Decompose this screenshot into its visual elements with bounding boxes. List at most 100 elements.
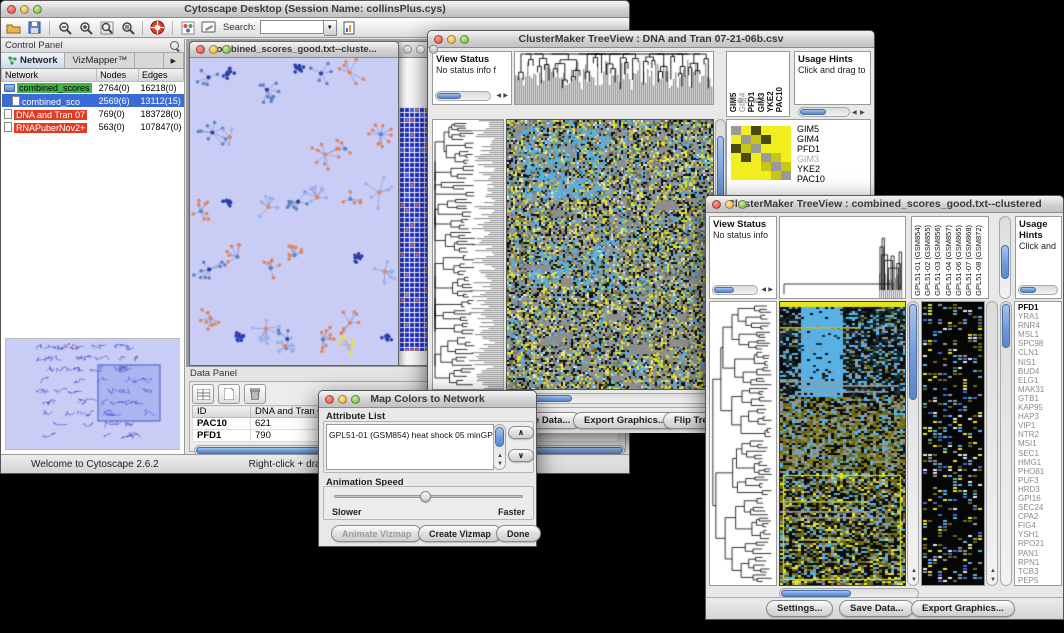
heatmap-vscrollbar[interactable]: ▲ ▼: [907, 301, 919, 586]
done-button[interactable]: Done: [496, 525, 541, 542]
search-dropdown-arrow[interactable]: ▼: [324, 20, 337, 36]
zoom-button[interactable]: [33, 5, 42, 14]
zoom-button[interactable]: [351, 395, 360, 404]
network-row-selected[interactable]: combined_sco 2569(6) 13112(15): [2, 94, 184, 107]
close-button[interactable]: [403, 45, 412, 54]
heatmap-zoom-view[interactable]: [921, 301, 985, 586]
export-graphics-button[interactable]: Export Graphics...: [573, 412, 677, 429]
network-doc-icon: [4, 109, 12, 119]
create-vizmap-button[interactable]: Create Vizmap: [418, 525, 502, 542]
search-input[interactable]: [260, 20, 324, 34]
zoom-vscrollbar[interactable]: ▲ ▼: [986, 301, 998, 586]
gene-dendrogram-panel[interactable]: [709, 301, 777, 586]
minimize-button[interactable]: [338, 395, 347, 404]
birdseye-overview[interactable]: [5, 338, 180, 450]
attribute-list[interactable]: GPL51-01 (GSM854) heat shock 05 minGPL51…: [326, 424, 494, 470]
labels-vscrollbar[interactable]: [999, 216, 1011, 299]
minimize-button[interactable]: [447, 35, 456, 44]
tab-overflow-button[interactable]: ▶: [163, 53, 184, 68]
new-attribute-icon[interactable]: [218, 384, 240, 404]
labels-hscrollbar[interactable]: [798, 107, 850, 117]
float-panel-icon[interactable]: [170, 41, 180, 51]
gene-label: GPI16: [1018, 494, 1061, 503]
close-button[interactable]: [434, 35, 443, 44]
scroll-up-arrow[interactable]: ▲: [990, 568, 996, 574]
column-dendrogram-panel[interactable]: [779, 216, 906, 299]
close-button[interactable]: [712, 200, 721, 209]
heatmap-global-view[interactable]: [506, 119, 714, 390]
attribute-table-icon[interactable]: [192, 384, 214, 404]
zoom-button[interactable]: [738, 200, 747, 209]
minimize-button[interactable]: [20, 5, 29, 14]
scroll-down-arrow[interactable]: ▼: [911, 577, 917, 583]
treeview1-titlebar[interactable]: ClusterMaker TreeView : DNA and Tran 07-…: [428, 31, 874, 48]
zoom-heatmap-matrix[interactable]: [731, 126, 791, 180]
tab-network[interactable]: Network: [1, 53, 65, 68]
zoom-button[interactable]: [222, 45, 231, 54]
tab-vizmapper[interactable]: VizMapper™: [65, 53, 135, 68]
col-nodes[interactable]: Nodes: [97, 69, 139, 81]
annotation-icon[interactable]: [200, 20, 217, 36]
move-up-button[interactable]: ∧: [508, 426, 534, 439]
network-row[interactable]: combined_scores 2764(0) 16218(0): [2, 81, 184, 94]
zoom-button[interactable]: [460, 35, 469, 44]
usage-hints-hscrollbar[interactable]: [1018, 285, 1058, 295]
gene-list-vscrollbar[interactable]: [1000, 301, 1012, 586]
animate-vizmap-button[interactable]: Animate Vizmap: [331, 525, 422, 542]
view-status-hscrollbar[interactable]: [712, 285, 758, 295]
dialog-titlebar[interactable]: Map Colors to Network: [319, 391, 536, 408]
heatmap-global-view[interactable]: [779, 301, 906, 586]
attribute-list-vscrollbar[interactable]: ▲ ▼: [493, 424, 506, 470]
open-file-icon[interactable]: [5, 20, 22, 36]
zoom-out-icon[interactable]: [56, 20, 73, 36]
network-row[interactable]: RNAPuberNov2+ 563(0) 107847(0): [2, 120, 184, 133]
settings-button[interactable]: Settings...: [766, 600, 833, 617]
minimize-button[interactable]: [725, 200, 734, 209]
scroll-down-arrow[interactable]: ▼: [497, 461, 503, 467]
scroll-right-arrow[interactable]: ▶: [503, 93, 508, 99]
close-button[interactable]: [196, 45, 205, 54]
zoom-in-icon[interactable]: [77, 20, 94, 36]
column-labels-panel[interactable]: GPL51-01 (GSM854)GPL51-02 (GSM855)GPL51-…: [911, 216, 989, 299]
matrix-cell: [751, 135, 761, 144]
zoom-button[interactable]: [429, 45, 438, 54]
scroll-left-arrow[interactable]: ◀: [852, 110, 857, 116]
cytoscape-titlebar[interactable]: Cytoscape Desktop (Session Name: collins…: [1, 1, 629, 18]
matrix-cell: [771, 153, 781, 162]
column-labels-panel[interactable]: GIM5 GIM4 PFD1 GIM3 YKE2 PAC10: [726, 51, 790, 117]
zoom-fit-icon[interactable]: [98, 20, 115, 36]
export-graphics-button[interactable]: Export Graphics...: [911, 600, 1015, 617]
close-button[interactable]: [325, 395, 334, 404]
save-data-button[interactable]: Save Data...: [839, 600, 914, 617]
col-edges[interactable]: Edges: [138, 69, 183, 81]
report-icon[interactable]: [341, 20, 358, 36]
heatmap-hscrollbar[interactable]: [506, 393, 714, 404]
plugin-nodes-icon[interactable]: [179, 20, 196, 36]
help-lifesaver-icon[interactable]: [149, 20, 166, 36]
col-network[interactable]: Network: [2, 69, 97, 81]
network-canvas[interactable]: [190, 58, 398, 365]
treeview2-titlebar[interactable]: ClusterMaker TreeView : combined_scores_…: [706, 196, 1063, 213]
close-button[interactable]: [7, 5, 16, 14]
scroll-left-arrow[interactable]: ◀: [761, 287, 766, 293]
minimize-button[interactable]: [209, 45, 218, 54]
view-status-hscrollbar[interactable]: [435, 91, 491, 101]
scroll-down-arrow[interactable]: ▼: [990, 577, 996, 583]
scroll-left-arrow[interactable]: ◀: [496, 93, 501, 99]
move-down-button[interactable]: ∨: [508, 449, 534, 462]
scroll-right-arrow[interactable]: ▶: [860, 110, 865, 116]
zoom-selected-icon[interactable]: [119, 20, 136, 36]
slider-thumb[interactable]: [420, 491, 431, 502]
column-dendrogram-panel[interactable]: [514, 51, 714, 105]
id-column-header[interactable]: ID: [193, 406, 251, 418]
zoom-toolbar-icons[interactable]: ⊕⊖⊡⊠▷: [726, 97, 790, 107]
scroll-up-arrow[interactable]: ▲: [911, 568, 917, 574]
gene-list-panel[interactable]: PFD1YRA1RNR4MSL1SPC98CLN1NIS1BUD4ELG1MAK…: [1014, 301, 1062, 586]
save-icon[interactable]: [26, 20, 43, 36]
scroll-right-arrow[interactable]: ▶: [768, 287, 773, 293]
delete-attribute-icon[interactable]: [244, 384, 266, 404]
scroll-up-arrow[interactable]: ▲: [497, 453, 503, 459]
minimize-button[interactable]: [416, 45, 425, 54]
network-row[interactable]: DNA and Tran 07 769(0) 183728(0): [2, 107, 184, 120]
gene-dendrogram-panel[interactable]: [432, 119, 504, 390]
